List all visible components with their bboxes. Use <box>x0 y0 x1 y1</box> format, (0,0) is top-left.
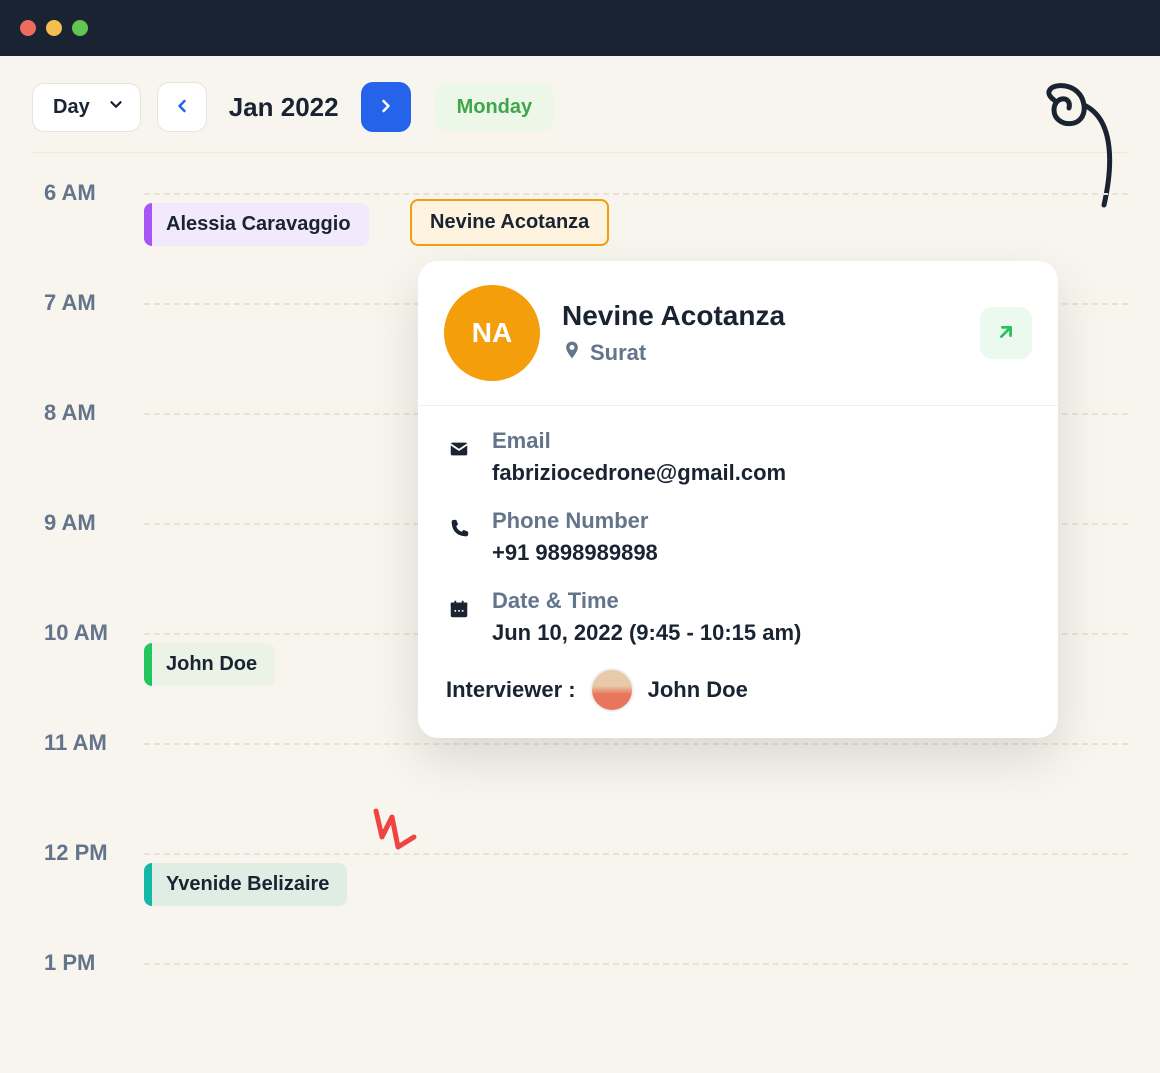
hour-label: 8 AM <box>44 400 96 426</box>
window-close-button[interactable] <box>20 20 36 36</box>
interviewer-label: Interviewer : <box>446 677 576 703</box>
chevron-left-icon <box>172 96 192 119</box>
event-popover: NA Nevine Acotanza Surat <box>418 261 1058 738</box>
hour-gridline <box>144 743 1128 745</box>
next-button[interactable] <box>361 82 411 132</box>
event-label: Nevine Acotanza <box>430 211 589 233</box>
popover-location: Surat <box>590 340 646 366</box>
hour-label: 1 PM <box>44 950 95 976</box>
hour-label: 11 AM <box>44 730 107 756</box>
hour-label: 6 AM <box>44 180 96 206</box>
event-john[interactable]: John Doe <box>144 643 275 686</box>
calendar-toolbar: Day Jan 2022 Monday <box>0 56 1160 152</box>
hour-gridline <box>144 853 1128 855</box>
location-pin-icon <box>562 340 582 366</box>
event-nevine[interactable]: Nevine Acotanza <box>410 199 609 246</box>
open-external-button[interactable] <box>980 307 1032 359</box>
window-minimize-button[interactable] <box>46 20 62 36</box>
email-value: fabriziocedrone@gmail.com <box>492 460 786 486</box>
datetime-value: Jun 10, 2022 (9:45 - 10:15 am) <box>492 620 801 646</box>
scribble-decoration <box>362 807 422 872</box>
phone-label: Phone Number <box>492 508 658 534</box>
hour-gridline <box>144 963 1128 965</box>
hour-label: 9 AM <box>44 510 96 536</box>
hour-label: 10 AM <box>44 620 108 646</box>
window-titlebar <box>0 0 1160 56</box>
datetime-label: Date & Time <box>492 588 801 614</box>
event-label: Yvenide Belizaire <box>166 873 329 895</box>
calendar-day-grid: 6 AM 7 AM 8 AM 9 AM 10 AM 11 AM 12 PM 1 … <box>0 153 1160 1073</box>
hour-label: 12 PM <box>44 840 108 866</box>
hour-label: 7 AM <box>44 290 96 316</box>
chevron-right-icon <box>376 96 396 119</box>
phone-value: +91 9898989898 <box>492 540 658 566</box>
arrow-up-right-icon <box>995 321 1017 346</box>
event-label: John Doe <box>166 653 257 675</box>
phone-icon <box>446 508 472 540</box>
view-select[interactable]: Day <box>32 83 141 132</box>
interviewer-name: John Doe <box>648 677 748 703</box>
prev-button[interactable] <box>157 82 207 132</box>
popover-person-name: Nevine Acotanza <box>562 300 958 332</box>
hour-gridline <box>144 193 1128 195</box>
window-maximize-button[interactable] <box>72 20 88 36</box>
event-yvenide[interactable]: Yvenide Belizaire <box>144 863 347 906</box>
event-label: Alessia Caravaggio <box>166 213 351 235</box>
email-label: Email <box>492 428 786 454</box>
calendar-icon <box>446 588 472 620</box>
event-alessia[interactable]: Alessia Caravaggio <box>144 203 369 246</box>
mail-icon <box>446 428 472 460</box>
month-label: Jan 2022 <box>223 92 345 123</box>
interviewer-avatar <box>590 668 634 712</box>
avatar-initials: NA <box>444 285 540 381</box>
weekday-badge: Monday <box>435 84 555 131</box>
